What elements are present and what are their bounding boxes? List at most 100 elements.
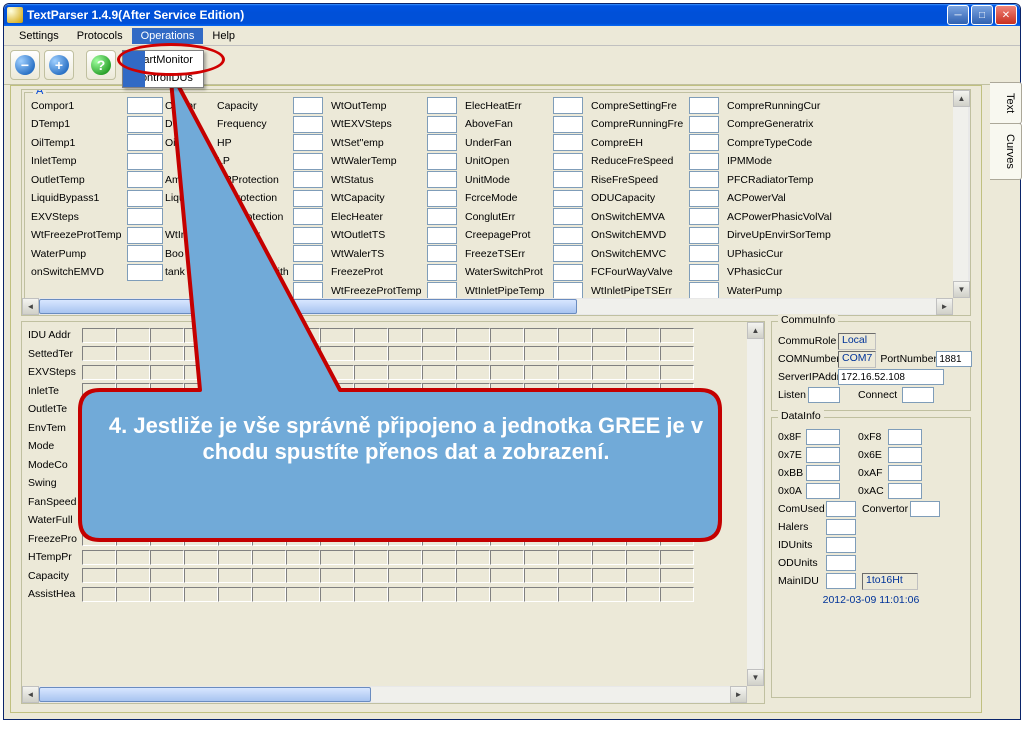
field-input[interactable] [553,153,583,170]
grid-cell[interactable] [626,494,660,509]
field-input[interactable] [427,97,457,114]
grid-cell[interactable] [524,439,558,454]
grid-cell[interactable] [286,568,320,583]
grid-cell[interactable] [82,476,116,491]
grid-cell[interactable] [524,383,558,398]
grid-cell[interactable] [354,402,388,417]
grid-cell[interactable] [320,568,354,583]
field-input[interactable] [553,116,583,133]
field-input[interactable] [293,208,323,225]
field-input[interactable] [293,97,323,114]
grid-cell[interactable] [252,587,286,602]
grid-cell[interactable] [592,457,626,472]
grid-cell[interactable] [660,494,694,509]
top-vscrollbar[interactable]: ▲ ▼ [953,90,970,298]
grid-cell[interactable] [116,328,150,343]
field-input[interactable] [127,116,163,133]
portnumber-input[interactable] [936,351,972,367]
tab-text[interactable]: Text [990,82,1022,124]
field-input[interactable] [553,190,583,207]
d-0x7e-input[interactable] [806,447,840,463]
grid-cell[interactable] [660,439,694,454]
grid-cell[interactable] [252,439,286,454]
grid-cell[interactable] [82,346,116,361]
grid-cell[interactable] [456,587,490,602]
grid-cell[interactable] [456,494,490,509]
grid-cell[interactable] [592,494,626,509]
scroll-down-icon[interactable]: ▼ [953,281,970,298]
field-input[interactable] [553,264,583,281]
grid-cell[interactable] [388,476,422,491]
field-input[interactable] [689,227,719,244]
connect-input[interactable] [902,387,934,403]
field-input[interactable] [689,208,719,225]
grid-cell[interactable] [320,328,354,343]
grid-cell[interactable] [592,439,626,454]
grid-cell[interactable] [422,457,456,472]
grid-cell[interactable] [218,568,252,583]
grid-cell[interactable] [116,476,150,491]
grid-cell[interactable] [354,568,388,583]
grid-cell[interactable] [354,365,388,380]
grid-cell[interactable] [422,328,456,343]
d-0xbb-input[interactable] [806,465,840,481]
grid-cell[interactable] [626,513,660,528]
grid-cell[interactable] [388,328,422,343]
grid-cell[interactable] [626,439,660,454]
grid-cell[interactable] [524,328,558,343]
grid-cell[interactable] [218,457,252,472]
field-input[interactable] [689,134,719,151]
grid-cell[interactable] [150,494,184,509]
grid-cell[interactable] [354,531,388,546]
grid-cell[interactable] [490,439,524,454]
grid-cell[interactable] [422,587,456,602]
comused-input[interactable] [826,501,856,517]
grid-cell[interactable] [184,587,218,602]
grid-cell[interactable] [116,494,150,509]
grid-cell[interactable] [456,457,490,472]
field-input[interactable] [689,245,719,262]
serverip-input[interactable] [838,369,944,385]
grid-cell[interactable] [490,494,524,509]
field-input[interactable] [553,208,583,225]
grid-cell[interactable] [116,365,150,380]
field-input[interactable] [427,245,457,262]
grid-cell[interactable] [456,513,490,528]
field-input[interactable] [127,97,163,114]
grid-cell[interactable] [150,513,184,528]
grid-cell[interactable] [490,457,524,472]
field-input[interactable] [553,97,583,114]
grid-cell[interactable] [558,568,592,583]
grid-cell[interactable] [320,531,354,546]
grid-cell[interactable] [490,420,524,435]
grid-cell[interactable] [422,494,456,509]
grid-cell[interactable] [660,328,694,343]
grid-cell[interactable] [592,346,626,361]
scroll-thumb[interactable] [39,299,577,314]
grid-cell[interactable] [252,531,286,546]
grid-cell[interactable] [422,346,456,361]
grid-cell[interactable] [626,476,660,491]
grid-cell[interactable] [252,494,286,509]
grid-cell[interactable] [286,550,320,565]
grid-cell[interactable] [354,328,388,343]
grid-cell[interactable] [660,402,694,417]
help-button[interactable]: ? [86,50,116,80]
grid-cell[interactable] [252,568,286,583]
grid-cell[interactable] [660,420,694,435]
grid-cell[interactable] [558,439,592,454]
grid-cell[interactable] [218,587,252,602]
grid-cell[interactable] [354,420,388,435]
convertor-input[interactable] [910,501,940,517]
grid-cell[interactable] [558,494,592,509]
grid-cell[interactable] [286,420,320,435]
grid-cell[interactable] [660,346,694,361]
minimize-button[interactable]: ─ [947,5,969,25]
grid-cell[interactable] [490,550,524,565]
grid-cell[interactable] [388,439,422,454]
grid-cell[interactable] [354,587,388,602]
listen-input[interactable] [808,387,840,403]
grid-cell[interactable] [660,568,694,583]
grid-cell[interactable] [116,587,150,602]
d-0xaf-input[interactable] [888,465,922,481]
